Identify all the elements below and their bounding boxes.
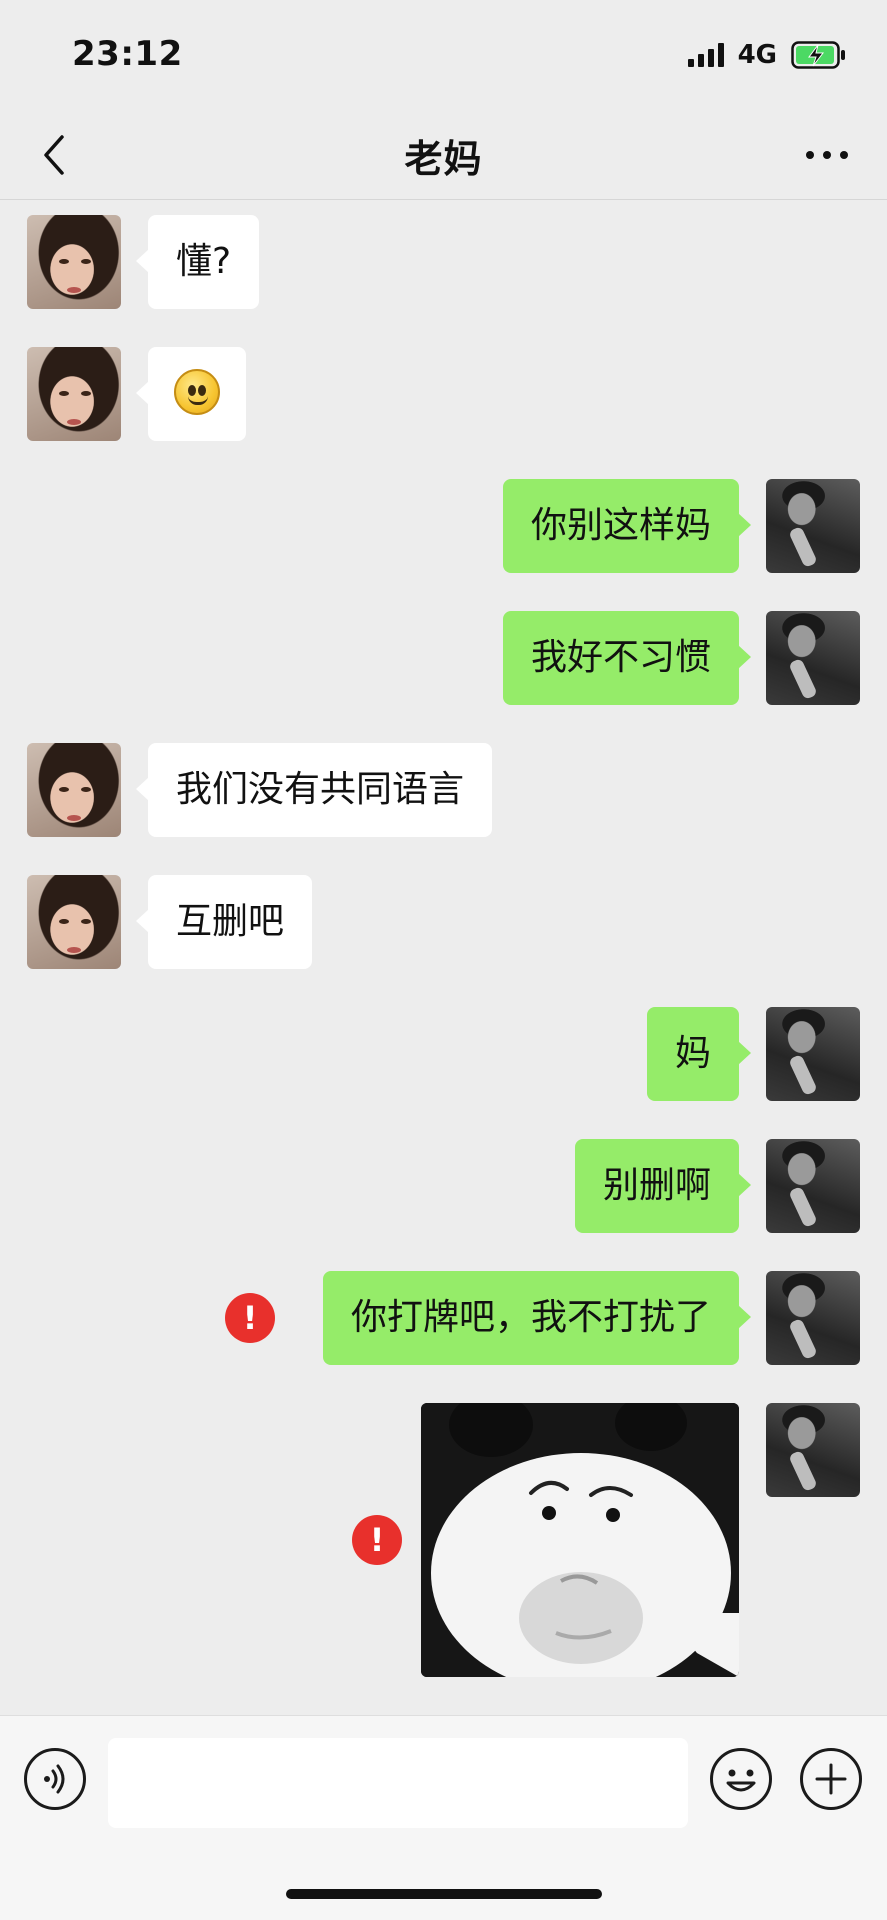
status-time: 23:12 xyxy=(72,34,183,74)
self-avatar[interactable] xyxy=(766,611,860,705)
contact-avatar[interactable] xyxy=(27,743,121,837)
smile-emoji xyxy=(174,369,220,415)
emoji-button[interactable] xyxy=(710,1748,772,1810)
panda-meme-sticker[interactable] xyxy=(421,1403,739,1677)
nav-bar: 老妈 xyxy=(0,110,887,200)
status-bar: 23:12 4G xyxy=(0,0,887,110)
message-input[interactable] xyxy=(108,1738,688,1828)
voice-input-button[interactable] xyxy=(24,1748,86,1810)
outgoing-message-bubble[interactable]: 我好不习惯 xyxy=(502,611,752,705)
chat-title: 老妈 xyxy=(404,137,483,181)
self-avatar[interactable] xyxy=(766,1007,860,1101)
message-row: ! 你打牌吧，我不打扰了 xyxy=(0,1271,887,1365)
message-row: 我好不习惯 xyxy=(0,611,887,705)
panda-face-icon xyxy=(421,1403,739,1677)
more-dots-icon xyxy=(806,151,848,159)
message-row xyxy=(0,347,887,441)
voice-icon xyxy=(44,1764,65,1794)
message-row: 别删啊 xyxy=(0,1139,887,1233)
incoming-message-bubble[interactable]: 我们没有共同语言 xyxy=(135,743,493,837)
incoming-message-bubble[interactable]: 懂? xyxy=(135,215,260,309)
outgoing-message-bubble[interactable]: 你别这样妈 xyxy=(502,479,752,573)
network-label: 4G xyxy=(737,40,777,70)
outgoing-message-bubble[interactable]: 你打牌吧，我不打扰了 xyxy=(322,1271,752,1365)
incoming-message-bubble[interactable]: 互删吧 xyxy=(135,875,313,969)
more-button[interactable] xyxy=(799,132,855,178)
send-failed-icon[interactable]: ! xyxy=(352,1515,402,1565)
message-list[interactable]: 懂? 你别这样妈 我好不习惯 我们没有共同语言 互删吧 妈 别删啊 ! 你打牌吧… xyxy=(0,200,887,1715)
self-avatar[interactable] xyxy=(766,479,860,573)
bottom-safe-area xyxy=(0,1845,887,1920)
self-avatar[interactable] xyxy=(766,1139,860,1233)
home-indicator[interactable] xyxy=(286,1889,602,1899)
contact-avatar[interactable] xyxy=(27,215,121,309)
contact-avatar[interactable] xyxy=(27,875,121,969)
send-failed-icon[interactable]: ! xyxy=(225,1293,275,1343)
message-row: 懂? xyxy=(0,215,887,309)
message-row: 妈 xyxy=(0,1007,887,1101)
self-avatar[interactable] xyxy=(766,1271,860,1365)
incoming-message-bubble[interactable] xyxy=(136,347,246,441)
status-indicators: 4G xyxy=(687,40,847,70)
plus-icon xyxy=(815,1763,847,1795)
more-functions-button[interactable] xyxy=(800,1748,862,1810)
outgoing-message-bubble[interactable]: 别删啊 xyxy=(574,1139,752,1233)
signal-icon xyxy=(687,43,724,67)
message-row: 互删吧 xyxy=(0,875,887,969)
outgoing-message-bubble[interactable]: 妈 xyxy=(646,1007,752,1101)
message-row: 你别这样妈 xyxy=(0,479,887,573)
self-avatar[interactable] xyxy=(766,1403,860,1497)
battery-icon xyxy=(791,41,845,69)
message-row: 我们没有共同语言 xyxy=(0,743,887,837)
emoji-icon xyxy=(726,1769,756,1792)
contact-avatar[interactable] xyxy=(27,347,121,441)
input-bar xyxy=(0,1715,887,1845)
